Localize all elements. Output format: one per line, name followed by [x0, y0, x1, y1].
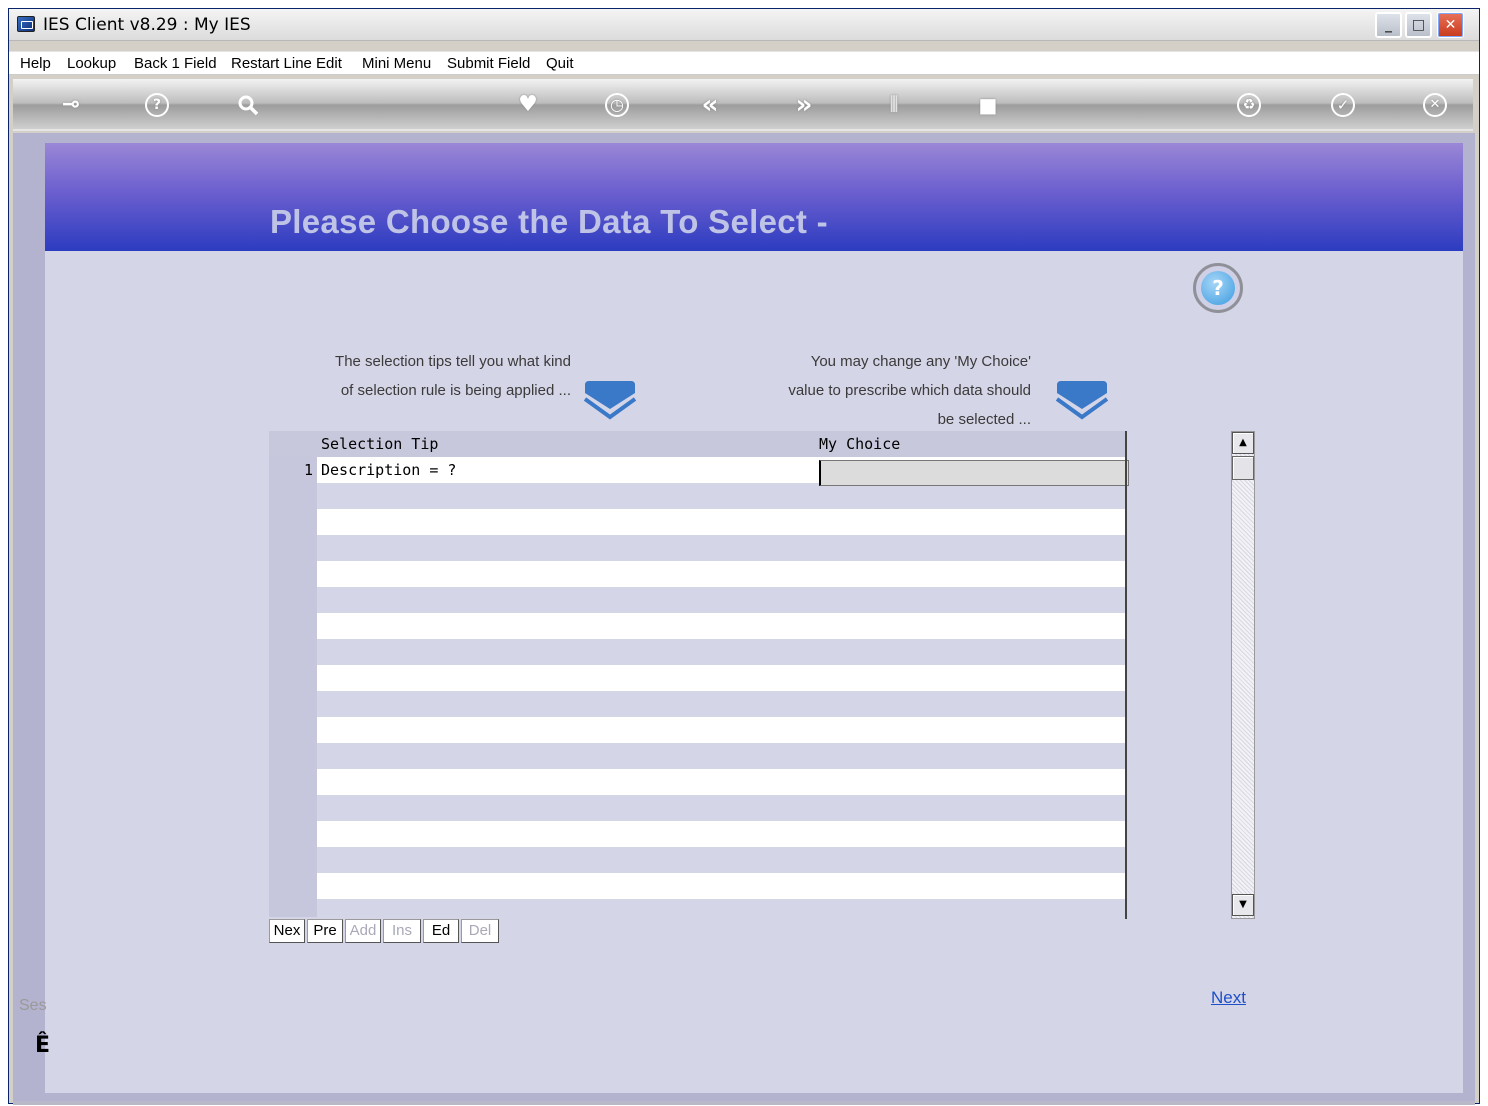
tip-right-line3: be selected ...	[937, 411, 1031, 428]
tip-right-line1: You may change any 'My Choice'	[810, 353, 1031, 370]
columns-icon[interactable]: ⫼	[881, 93, 907, 117]
heart-icon[interactable]: ♥	[515, 93, 541, 117]
my-choice-hint: You may change any 'My Choice' value to …	[725, 347, 1031, 434]
check-icon[interactable]: ✓	[1331, 93, 1355, 117]
toolbar: ⊸ ? ♥ ◷ « » ⫼ ■ ♻ ✓ ✕	[13, 79, 1473, 131]
selection-grid: Selection Tip My Choice Description = ?	[269, 431, 1129, 919]
empty-row	[317, 795, 1127, 821]
grid-header: Selection Tip My Choice	[269, 431, 1127, 457]
search-icon[interactable]	[235, 93, 261, 117]
menu-lookup[interactable]: Lookup	[67, 55, 116, 72]
empty-row	[317, 873, 1127, 899]
close-icon[interactable]: ✕	[1423, 93, 1447, 117]
empty-row	[317, 483, 1127, 509]
add-row-button[interactable]: Add	[345, 919, 381, 943]
grid-scrollbar[interactable]: ▲ ▼	[1231, 431, 1255, 919]
maximize-button[interactable]: □	[1405, 12, 1432, 38]
column-header-selection-tip: Selection Tip	[321, 435, 439, 453]
edit-row-button[interactable]: Ed	[423, 919, 459, 943]
scroll-down-button[interactable]: ▼	[1232, 894, 1254, 916]
content-panel: Please Choose the Data To Select - ? The…	[45, 143, 1463, 1093]
page-title: Please Choose the Data To Select -	[270, 203, 828, 240]
empty-row	[317, 639, 1127, 665]
empty-row	[317, 717, 1127, 743]
help-icon[interactable]: ?	[145, 93, 169, 117]
previous-row-button[interactable]: Pre	[307, 919, 343, 943]
app-icon	[17, 16, 35, 32]
next-link[interactable]: Next	[1211, 988, 1246, 1008]
session-icon: Ê	[35, 1033, 51, 1058]
menu-quit[interactable]: Quit	[546, 55, 574, 72]
empty-row	[317, 821, 1127, 847]
close-window-button[interactable]: ✕	[1437, 12, 1464, 38]
recycle-icon[interactable]: ♻	[1237, 93, 1261, 117]
app-window: IES Client v8.29 : My IES _ □ ✕ Help Loo…	[8, 8, 1480, 1105]
clock-icon[interactable]: ◷	[605, 93, 629, 117]
menu-back-1-field[interactable]: Back 1 Field	[134, 55, 217, 72]
menu-bar: Help Lookup Back 1 Field Restart Line Ed…	[9, 51, 1479, 75]
title-bar[interactable]: IES Client v8.29 : My IES _ □ ✕	[9, 9, 1479, 41]
insert-row-button[interactable]: Ins	[383, 919, 421, 943]
row-number: 1	[303, 461, 313, 479]
empty-row	[317, 847, 1127, 873]
menu-restart-line-edit[interactable]: Restart Line Edit	[231, 55, 342, 72]
menu-mini-menu[interactable]: Mini Menu	[362, 55, 431, 72]
banner: Please Choose the Data To Select -	[45, 143, 1463, 251]
next-row-button[interactable]: Nex	[269, 919, 305, 943]
empty-row	[317, 613, 1127, 639]
my-choice-input[interactable]	[819, 460, 1129, 486]
page-area: Please Choose the Data To Select - ? The…	[13, 133, 1475, 1101]
column-header-my-choice: My Choice	[819, 435, 901, 453]
window-title: IES Client v8.29 : My IES	[43, 15, 251, 35]
chevron-down-icon	[583, 381, 637, 420]
scroll-up-button[interactable]: ▲	[1232, 432, 1254, 454]
minimize-button[interactable]: _	[1375, 12, 1402, 38]
empty-row	[317, 587, 1127, 613]
empty-row	[317, 509, 1127, 535]
rewind-icon[interactable]: «	[697, 92, 723, 118]
tip-left-line1: The selection tips tell you what kind	[335, 353, 571, 370]
selection-tip-cell: Description = ?	[321, 461, 457, 479]
empty-row	[317, 665, 1127, 691]
tip-right-line2: value to prescribe which data should	[788, 382, 1031, 399]
grid-divider	[1125, 431, 1127, 919]
empty-row	[317, 691, 1127, 717]
forward-icon[interactable]: »	[791, 92, 817, 118]
selection-tip-hint: The selection tips tell you what kind of…	[265, 347, 571, 405]
status-strip	[13, 1101, 1475, 1105]
delete-row-button[interactable]: Del	[461, 919, 499, 943]
key-icon[interactable]: ⊸	[51, 93, 91, 117]
chevron-down-icon	[1055, 381, 1109, 420]
chip-icon[interactable]: ■	[975, 93, 1001, 117]
grid-body: Description = ?	[317, 457, 1127, 917]
scroll-thumb[interactable]	[1232, 456, 1254, 480]
help-button[interactable]: ?	[1193, 263, 1243, 313]
empty-row	[317, 561, 1127, 587]
menu-help[interactable]: Help	[20, 55, 51, 72]
empty-row	[317, 743, 1127, 769]
empty-row	[317, 899, 1127, 917]
session-label: Ses	[19, 997, 47, 1014]
empty-row	[317, 535, 1127, 561]
tip-left-line2: of selection rule is being applied ...	[340, 382, 571, 399]
empty-row	[317, 769, 1127, 795]
question-icon: ?	[1201, 271, 1235, 305]
menu-submit-field[interactable]: Submit Field	[447, 55, 530, 72]
